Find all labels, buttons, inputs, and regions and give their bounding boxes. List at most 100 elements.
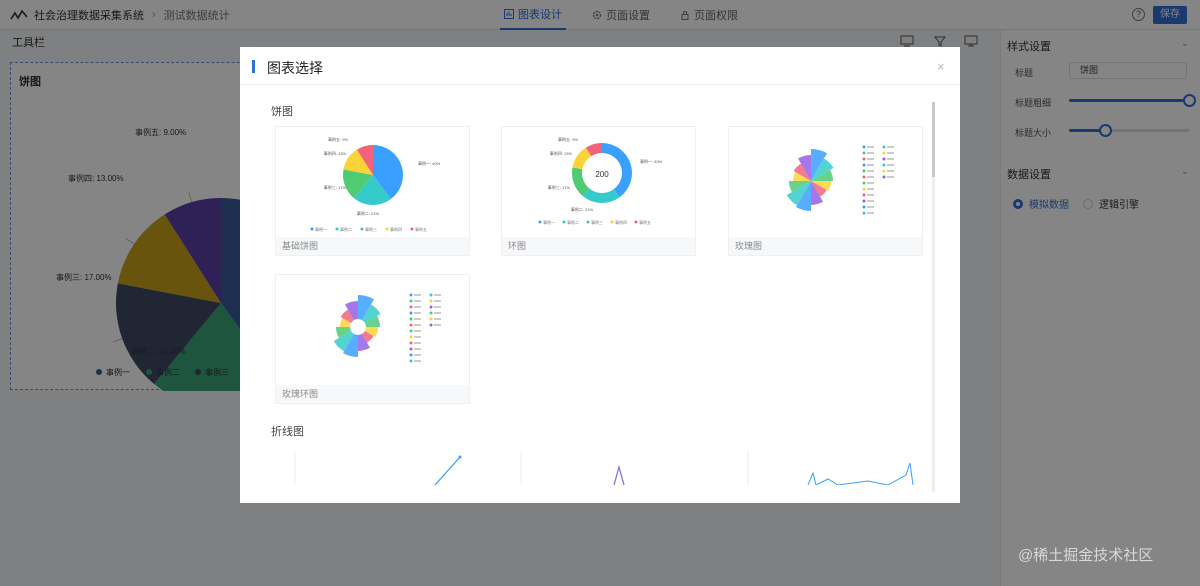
legend-label xyxy=(867,176,874,178)
chart-option-basic-pie[interactable]: 事例五: 9% 事例四: 13% 事例三: 17% 事例二: 21% 事例一: 40% 事… xyxy=(275,126,470,256)
legend-label: 事例一 xyxy=(543,219,555,225)
legend-label xyxy=(887,176,894,178)
slice-label: 事例四: 13% xyxy=(324,150,347,156)
legend-label xyxy=(414,336,421,338)
legend-marker xyxy=(409,335,413,339)
legend-label xyxy=(414,312,421,314)
legend-label xyxy=(434,318,441,320)
legend-label xyxy=(434,324,441,326)
legend-marker xyxy=(634,220,638,224)
legend-label xyxy=(414,294,421,296)
legend-label xyxy=(867,182,874,184)
legend-marker xyxy=(882,163,886,167)
scroll-thumb[interactable] xyxy=(932,102,935,177)
legend-label xyxy=(867,158,874,160)
legend-label xyxy=(414,342,421,344)
legend-marker xyxy=(409,311,413,315)
legend-marker xyxy=(862,181,866,185)
title-accent xyxy=(252,60,255,73)
legend-marker xyxy=(360,227,364,231)
legend-label: 事例四 xyxy=(615,219,627,225)
legend-label: 事例三 xyxy=(591,219,603,225)
legend-marker xyxy=(862,175,866,179)
legend-marker xyxy=(385,227,389,231)
slice-label: 事例一: 40% xyxy=(418,160,441,166)
legend-marker xyxy=(862,145,866,149)
legend-label xyxy=(867,194,874,196)
option-label: 玫瑰环图 xyxy=(276,385,469,403)
legend-label xyxy=(887,146,894,148)
legend-marker xyxy=(409,305,413,309)
legend-marker xyxy=(409,347,413,351)
line-preview xyxy=(747,451,914,485)
legend-label xyxy=(434,306,441,308)
legend-marker xyxy=(862,193,866,197)
legend-label xyxy=(434,300,441,302)
line-preview xyxy=(520,451,625,485)
group-title-pie: 饼图 xyxy=(271,106,293,118)
slice-label: 事例三: 17% xyxy=(324,184,347,190)
chart-option-ring[interactable]: 200 事例五: 9% 事例四: 13% 事例三: 17% 事例二: 21% 事例一: 4… xyxy=(501,126,696,256)
legend-marker xyxy=(862,157,866,161)
legend-marker xyxy=(538,220,542,224)
legend-marker xyxy=(586,220,590,224)
legend-marker xyxy=(310,227,314,231)
legend-marker xyxy=(409,323,413,327)
legend-label: 事例二 xyxy=(567,219,579,225)
slice-label: 事例二: 21% xyxy=(357,210,380,216)
legend-label xyxy=(867,200,874,202)
legend-label xyxy=(867,188,874,190)
legend-marker xyxy=(862,187,866,191)
legend-label xyxy=(434,294,441,296)
chart-option-line-3[interactable] xyxy=(728,445,923,485)
legend-marker xyxy=(429,299,433,303)
legend-label xyxy=(414,318,421,320)
legend-marker xyxy=(882,169,886,173)
dialog-scrollbar[interactable] xyxy=(932,102,935,492)
ring-center-value: 200 xyxy=(595,170,609,179)
chart-option-rose-ring[interactable]: 玫瑰环图 xyxy=(275,274,470,404)
legend-label: 事例三 xyxy=(365,226,377,232)
legend-marker xyxy=(409,299,413,303)
ring-preview: 200 事例五: 9% 事例四: 13% 事例三: 17% 事例二: 21% 事例一: 4… xyxy=(538,136,663,225)
legend-label: 事例四 xyxy=(390,226,402,232)
slice-label: 事例一: 40% xyxy=(640,158,663,164)
legend-marker xyxy=(409,293,413,297)
legend-label xyxy=(414,324,421,326)
legend-marker xyxy=(409,353,413,357)
line-preview xyxy=(294,451,462,485)
legend-marker xyxy=(429,293,433,297)
dialog-header: 图表选择 × xyxy=(240,47,960,85)
legend-marker xyxy=(429,311,433,315)
legend-marker xyxy=(410,227,414,231)
rose-preview xyxy=(786,145,894,215)
chart-option-line-1[interactable] xyxy=(275,445,470,485)
legend-label: 事例五 xyxy=(415,226,427,232)
legend-marker xyxy=(882,175,886,179)
legend-label xyxy=(867,146,874,148)
chart-option-line-2[interactable] xyxy=(501,445,696,485)
legend-marker xyxy=(429,317,433,321)
ring-slice xyxy=(582,188,620,203)
legend-label xyxy=(887,152,894,154)
legend-marker xyxy=(429,305,433,309)
legend-label xyxy=(434,312,441,314)
rose-ring-preview xyxy=(333,293,441,363)
legend-marker xyxy=(862,199,866,203)
legend-marker xyxy=(409,329,413,333)
legend-label xyxy=(414,354,421,356)
legend-marker xyxy=(862,169,866,173)
chart-option-rose[interactable]: 玫瑰图 xyxy=(728,126,923,256)
option-label: 环图 xyxy=(502,237,695,255)
close-icon[interactable]: × xyxy=(937,59,945,74)
slice-label: 事例二: 21% xyxy=(571,206,594,212)
legend-marker xyxy=(882,145,886,149)
legend-label xyxy=(414,348,421,350)
dialog-title: 图表选择 xyxy=(267,60,323,76)
chart-select-dialog: 图表选择 × 饼图 事例五: 9% 事例四: 13% 事例三: 17% 事例二: 21… xyxy=(240,47,960,503)
legend-label: 事例二 xyxy=(340,226,352,232)
legend-label xyxy=(414,306,421,308)
legend-label xyxy=(414,300,421,302)
legend-marker xyxy=(409,317,413,321)
legend-label xyxy=(867,152,874,154)
